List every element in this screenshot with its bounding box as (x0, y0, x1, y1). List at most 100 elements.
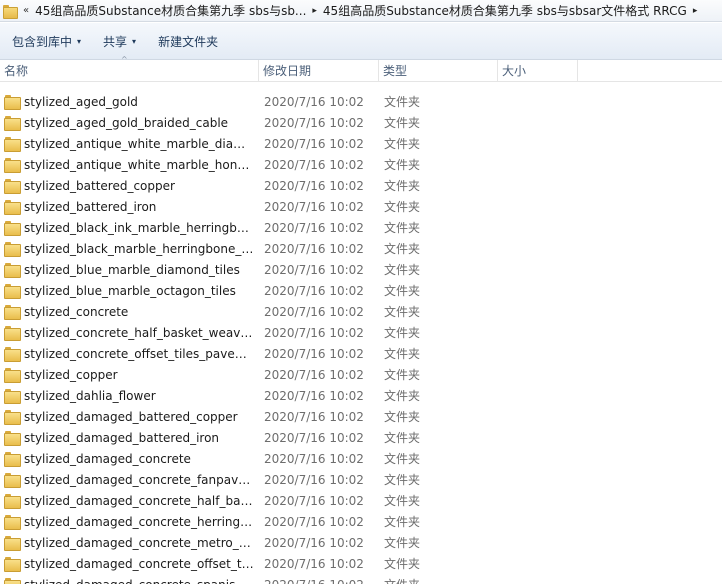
file-name: stylized_damaged_concrete (24, 451, 191, 466)
file-row[interactable]: stylized_concrete 2020/7/16 10:02 文件夹 (0, 301, 722, 322)
file-type: 文件夹 (384, 200, 421, 214)
file-modified-date: 2020/7/16 10:02 (264, 283, 364, 298)
file-row[interactable]: stylized_damaged_battered_iron 2020/7/16 … (0, 427, 722, 448)
file-type: 文件夹 (384, 368, 421, 382)
folder-icon (4, 536, 21, 551)
file-name: stylized_antique_white_marble_honey... (24, 157, 254, 172)
file-type: 文件夹 (384, 431, 421, 445)
column-header-date[interactable]: 修改日期 (259, 60, 379, 82)
file-type: 文件夹 (384, 410, 421, 424)
breadcrumb-overflow-button[interactable]: « (17, 5, 35, 16)
include-in-library-label: 包含到库中 (12, 34, 73, 49)
file-row[interactable]: stylized_damaged_concrete_offset_til... 2… (0, 553, 722, 574)
breadcrumb-item-current[interactable]: 45组高品质Substance材质合集第九季 sbs与sbsar文件格式 RRC… (323, 2, 687, 19)
folder-icon (4, 158, 21, 173)
share-button[interactable]: 共享 ▾ (97, 29, 142, 53)
file-modified-date: 2020/7/16 10:02 (264, 535, 364, 550)
folder-icon (4, 242, 21, 257)
address-bar[interactable]: « 45组高品质Substance材质合集第九季 sbs与sb... ▸ 45组… (0, 0, 722, 22)
folder-icon (3, 4, 18, 19)
file-type: 文件夹 (384, 557, 421, 571)
chevron-down-icon: ▾ (132, 36, 137, 46)
chevron-down-icon: ▾ (77, 36, 82, 46)
new-folder-button[interactable]: 新建文件夹 (152, 29, 224, 53)
folder-icon (4, 389, 21, 404)
file-name: stylized_damaged_concrete_spanish... (24, 578, 254, 584)
file-modified-date: 2020/7/16 10:02 (264, 346, 364, 361)
file-row[interactable]: stylized_damaged_concrete_herringb... 202… (0, 511, 722, 532)
file-name: stylized_damaged_concrete_half_bas... (24, 493, 254, 508)
file-row[interactable]: stylized_concrete_offset_tiles_pavement 2… (0, 343, 722, 364)
column-header-row: ^ 名称 修改日期 类型 大小 (0, 55, 722, 82)
file-modified-date: 2020/7/16 10:02 (264, 304, 364, 319)
file-modified-date: 2020/7/16 10:02 (264, 514, 364, 529)
file-modified-date: 2020/7/16 10:02 (264, 578, 364, 584)
file-modified-date: 2020/7/16 10:02 (264, 241, 364, 256)
breadcrumb-item-parent[interactable]: 45组高品质Substance材质合集第九季 sbs与sb... (35, 2, 306, 19)
file-row[interactable]: stylized_damaged_concrete_half_bas... 202… (0, 490, 722, 511)
file-modified-date: 2020/7/16 10:02 (264, 157, 364, 172)
file-row[interactable]: stylized_blue_marble_octagon_tiles 2020/7… (0, 280, 722, 301)
folder-icon (4, 137, 21, 152)
chevron-right-icon[interactable]: ▸ (306, 6, 323, 16)
column-header-type[interactable]: 类型 (379, 60, 498, 82)
file-name: stylized_battered_copper (24, 178, 175, 193)
file-modified-date: 2020/7/16 10:02 (264, 94, 364, 109)
file-row[interactable]: stylized_damaged_concrete_fanpaver... 202… (0, 469, 722, 490)
folder-icon (4, 95, 21, 110)
file-row[interactable]: stylized_damaged_concrete_metro_p... 2020… (0, 532, 722, 553)
file-row[interactable]: stylized_concrete_half_basket_weave_... 2… (0, 322, 722, 343)
file-row[interactable]: stylized_blue_marble_diamond_tiles 2020/7… (0, 259, 722, 280)
file-name: stylized_damaged_concrete_metro_p... (24, 535, 254, 550)
file-type: 文件夹 (384, 576, 420, 584)
file-name: stylized_aged_gold (24, 94, 138, 109)
file-name: stylized_aged_gold_braided_cable (24, 115, 229, 130)
file-name: stylized_concrete_half_basket_weave_... (24, 325, 254, 340)
sort-ascending-icon: ^ (121, 55, 128, 64)
file-row[interactable]: stylized_damaged_concrete_spanish... 2020… (0, 574, 722, 584)
folder-icon (4, 116, 21, 131)
file-modified-date: 2020/7/16 10:02 (264, 493, 364, 508)
file-row[interactable]: stylized_damaged_battered_copper 2020/7/1… (0, 406, 722, 427)
column-header-name[interactable]: ^ 名称 (0, 55, 259, 82)
folder-icon (4, 515, 21, 530)
file-modified-date: 2020/7/16 10:02 (264, 199, 364, 214)
file-type: 文件夹 (384, 263, 421, 277)
file-row[interactable]: stylized_antique_white_marble_diamo... 20… (0, 133, 722, 154)
file-type: 文件夹 (384, 473, 421, 487)
file-row[interactable]: stylized_damaged_concrete 2020/7/16 10:02… (0, 448, 722, 469)
file-row[interactable]: stylized_copper 2020/7/16 10:02 文件夹 (0, 364, 722, 385)
file-type: 文件夹 (384, 389, 421, 403)
chevron-right-icon[interactable]: ▸ (687, 6, 704, 16)
share-label: 共享 (103, 34, 128, 49)
file-type: 文件夹 (384, 284, 421, 298)
file-type: 文件夹 (384, 242, 421, 256)
file-row[interactable]: stylized_aged_gold_braided_cable 2020/7/1… (0, 112, 722, 133)
file-row[interactable]: stylized_battered_copper 2020/7/16 10:02 文… (0, 175, 722, 196)
folder-icon (4, 410, 21, 425)
file-modified-date: 2020/7/16 10:02 (264, 115, 364, 130)
file-name: stylized_damaged_concrete_offset_til... (24, 556, 254, 571)
file-modified-date: 2020/7/16 10:02 (264, 430, 364, 445)
file-name: stylized_damaged_concrete_fanpaver... (24, 472, 254, 487)
file-type: 文件夹 (384, 179, 421, 193)
file-name: stylized_battered_iron (24, 199, 157, 214)
file-row[interactable]: stylized_aged_gold 2020/7/16 10:02 文件夹 (0, 91, 722, 112)
file-type: 文件夹 (384, 452, 421, 466)
file-row[interactable]: stylized_black_marble_herringbone_til...… (0, 238, 722, 259)
file-modified-date: 2020/7/16 10:02 (264, 220, 364, 235)
file-modified-date: 2020/7/16 10:02 (264, 262, 364, 277)
file-row[interactable]: stylized_battered_iron 2020/7/16 10:02 文件夹 (0, 196, 722, 217)
column-header-size[interactable]: 大小 (498, 60, 578, 82)
file-modified-date: 2020/7/16 10:02 (264, 178, 364, 193)
file-row[interactable]: stylized_black_ink_marble_herringbon... 2… (0, 217, 722, 238)
folder-icon (4, 347, 21, 362)
column-header-name-label: 名称 (4, 64, 29, 78)
file-row[interactable]: stylized_dahlia_flower 2020/7/16 10:02 文件夹 (0, 385, 722, 406)
file-row[interactable]: stylized_antique_white_marble_honey... 20… (0, 154, 722, 175)
file-name: stylized_damaged_battered_iron (24, 430, 220, 445)
folder-icon (4, 452, 21, 467)
file-list: stylized_aged_gold 2020/7/16 10:02 文件夹 styl… (0, 91, 722, 584)
file-modified-date: 2020/7/16 10:02 (264, 472, 364, 487)
include-in-library-button[interactable]: 包含到库中 ▾ (6, 29, 87, 53)
